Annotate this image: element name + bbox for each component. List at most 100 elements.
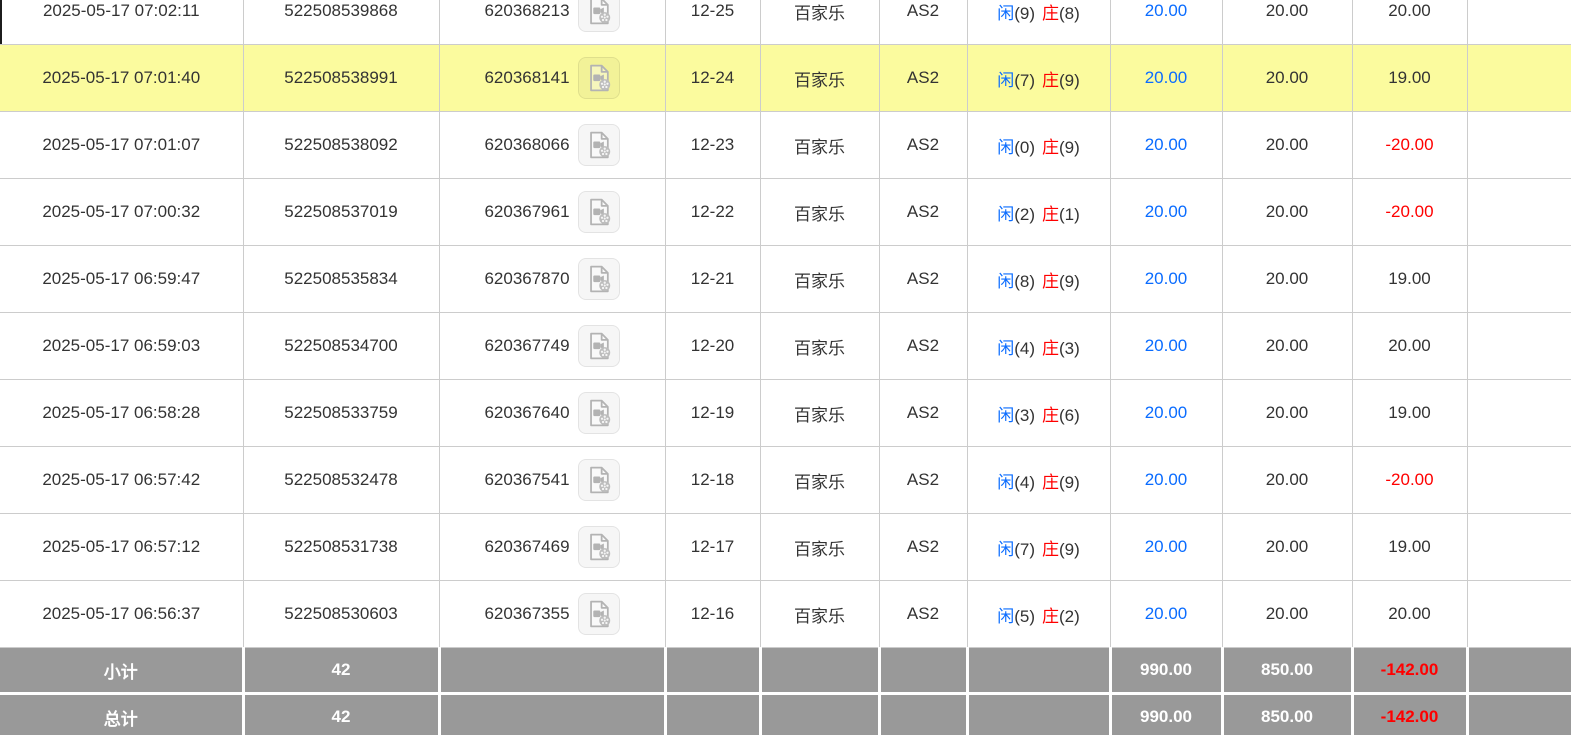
player-score: (7) bbox=[1014, 539, 1035, 559]
player-label: 闲 bbox=[997, 70, 1015, 90]
player-label: 闲 bbox=[997, 271, 1015, 291]
game-name-cell: 百家乐 bbox=[759, 44, 880, 112]
bet-amount-link[interactable]: 20.00 bbox=[1109, 178, 1223, 246]
bet-time-cell: 2025-05-17 06:58:28 bbox=[0, 379, 244, 447]
total-empty-cell bbox=[758, 647, 879, 694]
video-file-icon bbox=[589, 131, 610, 159]
result-cell: 闲(7) 庄(9) bbox=[966, 513, 1111, 581]
grand-total-valid-amount: 850.00 bbox=[1220, 692, 1352, 735]
bet-id-cell: 522508539868 bbox=[242, 0, 440, 45]
round-no-cell: 12-23 bbox=[664, 111, 761, 179]
player-label: 闲 bbox=[997, 539, 1015, 559]
bet-time-cell: 2025-05-17 07:01:40 bbox=[0, 44, 244, 112]
video-replay-button[interactable] bbox=[577, 526, 620, 568]
grand-total-row: 总计 42 990.00 850.00 -142.00 bbox=[0, 692, 1571, 735]
video-replay-button[interactable] bbox=[577, 325, 620, 367]
round-id-cell: 620367469 bbox=[438, 513, 666, 581]
result-cell: 闲(8) 庄(9) bbox=[966, 245, 1111, 313]
banker-score: (3) bbox=[1059, 338, 1080, 358]
bet-id-cell: 522508534700 bbox=[242, 312, 440, 380]
table-row[interactable]: 2025-05-17 07:01:07 522508538092 6203680… bbox=[0, 111, 1571, 179]
table-row[interactable]: 2025-05-17 06:59:03 522508534700 6203677… bbox=[0, 312, 1571, 380]
total-empty-cell bbox=[1465, 692, 1571, 735]
total-empty-cell bbox=[663, 647, 760, 694]
round-id-cell: 620367355 bbox=[438, 580, 666, 648]
table-row[interactable]: 2025-05-17 06:56:37 522508530603 6203673… bbox=[0, 580, 1571, 648]
table-row[interactable]: 2025-05-17 06:58:28 522508533759 6203676… bbox=[0, 379, 1571, 447]
round-id-cell: 620367749 bbox=[438, 312, 666, 380]
total-empty-cell bbox=[1465, 647, 1571, 694]
win-loss-cell: 20.00 bbox=[1351, 0, 1468, 45]
round-id-cell: 620367961 bbox=[438, 178, 666, 246]
banker-label: 庄 bbox=[1042, 137, 1059, 157]
bet-amount-link[interactable]: 20.00 bbox=[1109, 379, 1223, 447]
table-row[interactable]: 2025-05-17 06:59:47 522508535834 6203678… bbox=[0, 245, 1571, 313]
row-empty-cell bbox=[1466, 580, 1571, 648]
video-replay-button[interactable] bbox=[577, 57, 620, 99]
player-score: (3) bbox=[1014, 405, 1035, 425]
bet-amount-link[interactable]: 20.00 bbox=[1109, 312, 1223, 380]
subtotal-row: 小计 42 990.00 850.00 -142.00 bbox=[0, 647, 1571, 694]
bet-history-table: 2025-05-17 07:02:11 522508539868 6203682… bbox=[0, 0, 1571, 735]
video-replay-button[interactable] bbox=[577, 459, 620, 501]
video-file-icon bbox=[589, 332, 610, 360]
banker-score: (9) bbox=[1059, 539, 1080, 559]
result-cell: 闲(3) 庄(6) bbox=[966, 379, 1111, 447]
video-replay-button[interactable] bbox=[577, 0, 620, 32]
video-replay-button[interactable] bbox=[577, 392, 620, 434]
bet-amount-link[interactable]: 20.00 bbox=[1109, 111, 1223, 179]
game-name-cell: 百家乐 bbox=[759, 513, 880, 581]
player-label: 闲 bbox=[997, 137, 1015, 157]
bet-amount-link[interactable]: 20.00 bbox=[1109, 44, 1223, 112]
win-loss-cell: 19.00 bbox=[1351, 379, 1468, 447]
total-empty-cell bbox=[758, 692, 879, 735]
player-score: (7) bbox=[1014, 70, 1035, 90]
video-replay-button[interactable] bbox=[577, 258, 620, 300]
player-label: 闲 bbox=[997, 204, 1015, 224]
win-loss-cell: 20.00 bbox=[1351, 312, 1468, 380]
game-name-cell: 百家乐 bbox=[759, 379, 880, 447]
bet-id-cell: 522508538092 bbox=[242, 111, 440, 179]
round-no-cell: 12-16 bbox=[664, 580, 761, 648]
round-id-text: 620368066 bbox=[484, 135, 570, 154]
bet-id-cell: 522508538991 bbox=[242, 44, 440, 112]
row-empty-cell bbox=[1466, 178, 1571, 246]
table-row[interactable]: 2025-05-17 07:00:32 522508537019 6203679… bbox=[0, 178, 1571, 246]
banker-score: (9) bbox=[1059, 70, 1080, 90]
player-score: (2) bbox=[1014, 204, 1035, 224]
bet-amount-link[interactable]: 20.00 bbox=[1109, 580, 1223, 648]
table-row[interactable]: 2025-05-17 06:57:42 522508532478 6203675… bbox=[0, 446, 1571, 514]
bet-time-cell: 2025-05-17 06:57:42 bbox=[0, 446, 244, 514]
row-empty-cell bbox=[1466, 446, 1571, 514]
table-row[interactable]: 2025-05-17 07:01:40 522508538991 6203681… bbox=[0, 44, 1571, 112]
game-name-cell: 百家乐 bbox=[759, 580, 880, 648]
video-file-icon bbox=[589, 533, 610, 561]
banker-score: (9) bbox=[1059, 271, 1080, 291]
bet-time-cell: 2025-05-17 06:59:03 bbox=[0, 312, 244, 380]
banker-score: (8) bbox=[1059, 3, 1080, 23]
video-replay-button[interactable] bbox=[577, 593, 620, 635]
player-label: 闲 bbox=[997, 472, 1015, 492]
valid-amount-cell: 20.00 bbox=[1221, 178, 1353, 246]
player-label: 闲 bbox=[997, 606, 1015, 626]
result-cell: 闲(4) 庄(3) bbox=[966, 312, 1111, 380]
table-row[interactable]: 2025-05-17 07:02:11 522508539868 6203682… bbox=[0, 0, 1571, 45]
round-id-text: 620367355 bbox=[484, 604, 570, 623]
bet-amount-link[interactable]: 20.00 bbox=[1109, 446, 1223, 514]
row-empty-cell bbox=[1466, 0, 1571, 45]
row-empty-cell bbox=[1466, 245, 1571, 313]
bet-amount-link[interactable]: 20.00 bbox=[1109, 0, 1223, 45]
table-body: 2025-05-17 07:02:11 522508539868 6203682… bbox=[0, 0, 1571, 648]
banker-label: 庄 bbox=[1042, 70, 1059, 90]
round-id-wrap: 620367469 bbox=[440, 526, 664, 568]
subtotal-valid-amount: 850.00 bbox=[1220, 647, 1352, 694]
video-replay-button[interactable] bbox=[577, 191, 620, 233]
bet-amount-link[interactable]: 20.00 bbox=[1109, 245, 1223, 313]
video-replay-button[interactable] bbox=[577, 124, 620, 166]
result-cell: 闲(5) 庄(2) bbox=[966, 580, 1111, 648]
bet-time-cell: 2025-05-17 07:02:11 bbox=[0, 0, 244, 45]
round-id-wrap: 620367355 bbox=[440, 593, 664, 635]
bet-amount-link[interactable]: 20.00 bbox=[1109, 513, 1223, 581]
bet-history-viewport: 2025-05-17 07:02:11 522508539868 6203682… bbox=[0, 0, 1571, 735]
table-row[interactable]: 2025-05-17 06:57:12 522508531738 6203674… bbox=[0, 513, 1571, 581]
